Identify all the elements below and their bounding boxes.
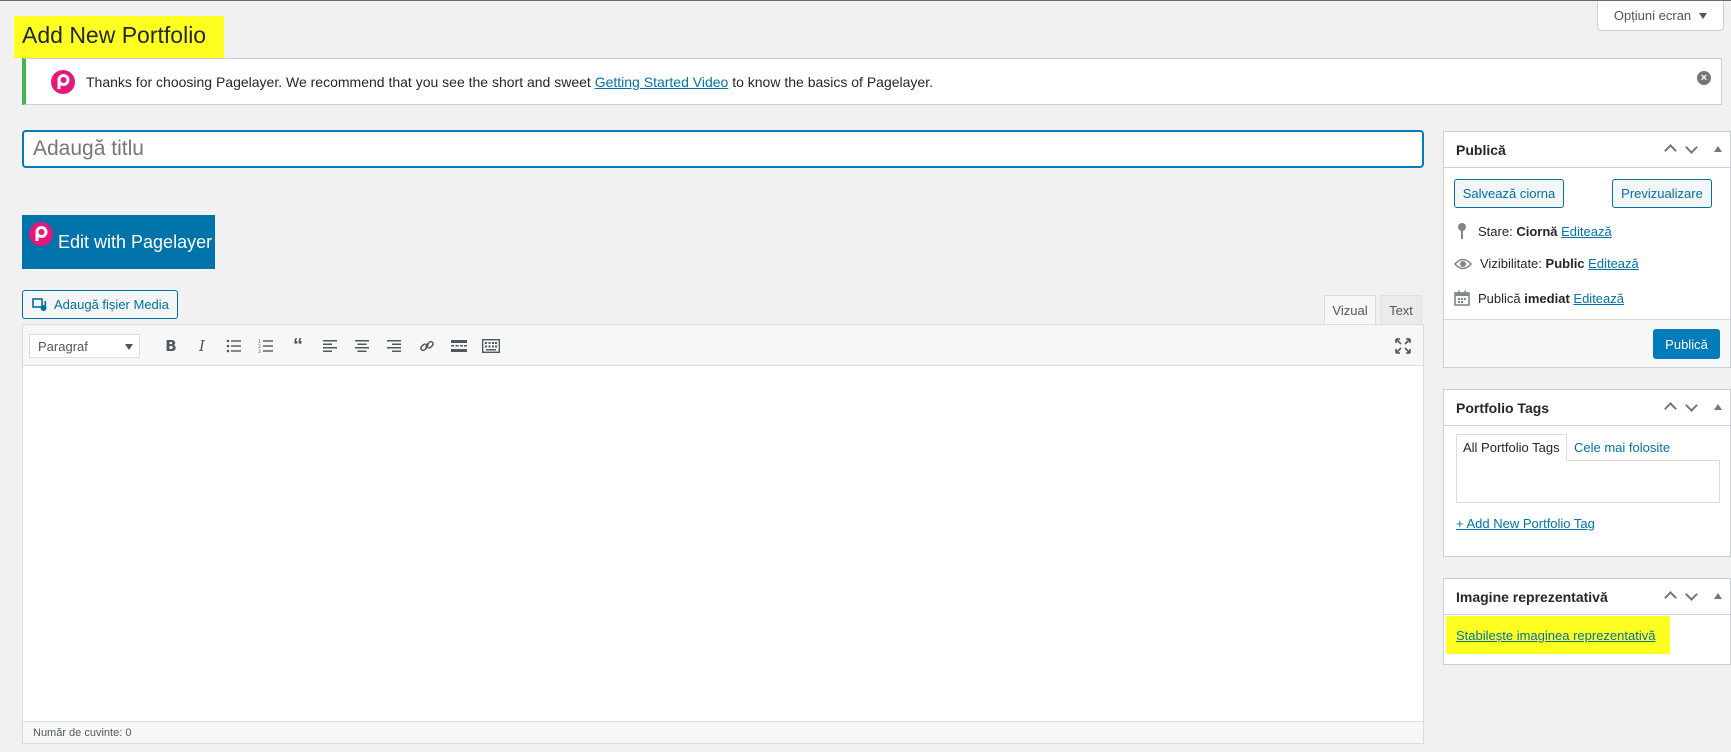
publish-box: Publică Salvează ciorna Previzualizare S… — [1443, 131, 1731, 368]
add-media-button[interactable]: Adaugă fișier Media — [22, 290, 178, 319]
toolbar-toggle-icon[interactable] — [479, 335, 503, 357]
notice-text: Thanks for choosing Pagelayer. We recomm… — [86, 74, 933, 90]
publish-box-title: Publică — [1456, 141, 1506, 158]
media-icon — [32, 297, 47, 311]
notice-text-before: Thanks for choosing Pagelayer. We recomm… — [86, 73, 595, 90]
align-center-icon[interactable] — [350, 335, 374, 357]
status-value: Ciornă — [1516, 223, 1558, 239]
editor-toolbar: Paragraf B I 123 “ — [23, 325, 1423, 366]
numbered-list-icon[interactable]: 123 — [254, 335, 278, 357]
link-icon[interactable] — [415, 335, 439, 357]
move-down-icon[interactable] — [1685, 140, 1698, 154]
caret-down-icon — [125, 344, 133, 350]
visibility-value: Public — [1545, 256, 1585, 271]
collapse-icon[interactable] — [1714, 145, 1722, 152]
word-count-bar: Număr de cuvinte: 0 — [23, 721, 1423, 743]
blockquote-icon[interactable]: “ — [286, 335, 310, 357]
featured-image-title: Imagine reprezentativă — [1456, 588, 1608, 605]
set-featured-image-link[interactable]: Stabilește imaginea reprezentativă — [1456, 628, 1655, 643]
calendar-icon — [1454, 290, 1470, 306]
format-select-value: Paragraf — [38, 338, 88, 354]
edit-with-pagelayer-button[interactable]: Edit with Pagelayer — [22, 215, 215, 269]
move-down-icon[interactable] — [1685, 587, 1698, 601]
move-up-icon[interactable] — [1664, 144, 1677, 157]
publish-button[interactable]: Publică — [1653, 329, 1720, 359]
tab-most-used[interactable]: Cele mai folosite — [1568, 434, 1676, 461]
eye-icon — [1454, 258, 1472, 269]
collapse-icon[interactable] — [1714, 592, 1722, 599]
dismiss-icon[interactable]: × — [1697, 71, 1711, 85]
bold-icon[interactable]: B — [159, 335, 183, 357]
tags-panel — [1456, 460, 1720, 503]
screen-options-label: Opțiuni ecran — [1613, 8, 1692, 23]
save-draft-button[interactable]: Salvează ciorna — [1454, 179, 1564, 208]
post-title-input[interactable] — [22, 130, 1424, 168]
move-up-icon[interactable] — [1664, 591, 1677, 604]
publish-actions: Publică — [1444, 319, 1730, 367]
portfolio-tags-header: Portfolio Tags — [1444, 390, 1730, 426]
italic-icon[interactable]: I — [190, 335, 214, 357]
featured-image-header: Imagine reprezentativă — [1444, 579, 1730, 615]
getting-started-link[interactable]: Getting Started Video — [595, 74, 729, 90]
publish-box-header: Publică — [1444, 132, 1730, 168]
edit-with-pagelayer-label: Edit with Pagelayer — [58, 231, 213, 252]
publish-time-value: imediat — [1524, 290, 1570, 306]
fullscreen-icon[interactable] — [1391, 335, 1415, 357]
tab-text[interactable]: Text — [1380, 295, 1422, 324]
read-more-icon[interactable] — [447, 335, 471, 357]
align-left-icon[interactable] — [318, 335, 342, 357]
caret-down-icon — [1699, 12, 1708, 19]
add-media-label: Adaugă fișier Media — [54, 297, 169, 312]
portfolio-tags-box: Portfolio Tags All Portfolio Tags Cele m… — [1443, 389, 1731, 557]
move-up-icon[interactable] — [1664, 402, 1677, 415]
edit-visibility-link[interactable]: Editează — [1588, 256, 1639, 271]
pagelayer-notice: Thanks for choosing Pagelayer. We recomm… — [22, 58, 1722, 105]
pagelayer-logo-icon — [51, 69, 75, 94]
bullet-list-icon[interactable] — [222, 335, 246, 357]
svg-text:3: 3 — [258, 349, 261, 353]
publish-time-label: Publică — [1478, 290, 1521, 306]
word-count: Număr de cuvinte: 0 — [33, 726, 132, 739]
tab-visual[interactable]: Vizual — [1324, 295, 1376, 324]
status-row: Stare: Ciornă Editează — [1454, 222, 1612, 240]
tab-all-portfolio-tags[interactable]: All Portfolio Tags — [1456, 434, 1567, 461]
portfolio-tags-title: Portfolio Tags — [1456, 399, 1550, 416]
collapse-icon[interactable] — [1714, 403, 1722, 410]
move-down-icon[interactable] — [1685, 398, 1698, 412]
featured-image-box: Imagine reprezentativă Stabilește imagin… — [1443, 578, 1731, 665]
notice-text-after: to know the basics of Pagelayer. — [728, 73, 933, 90]
pagelayer-logo-icon — [29, 222, 53, 246]
visibility-label: Vizibilitate: — [1480, 256, 1542, 271]
preview-button[interactable]: Previzualizare — [1612, 179, 1712, 208]
screen-options-button[interactable]: Opțiuni ecran — [1597, 1, 1724, 31]
pin-icon — [1458, 223, 1466, 239]
content-editor[interactable]: Paragraf B I 123 “ Număr de cuvinte: 0 — [22, 324, 1424, 744]
publish-time-row: Publică imediat Editează — [1454, 290, 1624, 306]
status-label: Stare: — [1478, 223, 1513, 239]
format-select[interactable]: Paragraf — [29, 334, 140, 358]
edit-publish-time-link[interactable]: Editează — [1573, 291, 1624, 306]
align-right-icon[interactable] — [382, 335, 406, 357]
page-title: Add New Portfolio — [22, 22, 207, 48]
add-new-portfolio-tag-link[interactable]: + Add New Portfolio Tag — [1456, 516, 1595, 531]
top-border — [0, 0, 1731, 1]
edit-status-link[interactable]: Editează — [1561, 224, 1612, 239]
visibility-row: Vizibilitate: Public Editează — [1454, 256, 1639, 271]
